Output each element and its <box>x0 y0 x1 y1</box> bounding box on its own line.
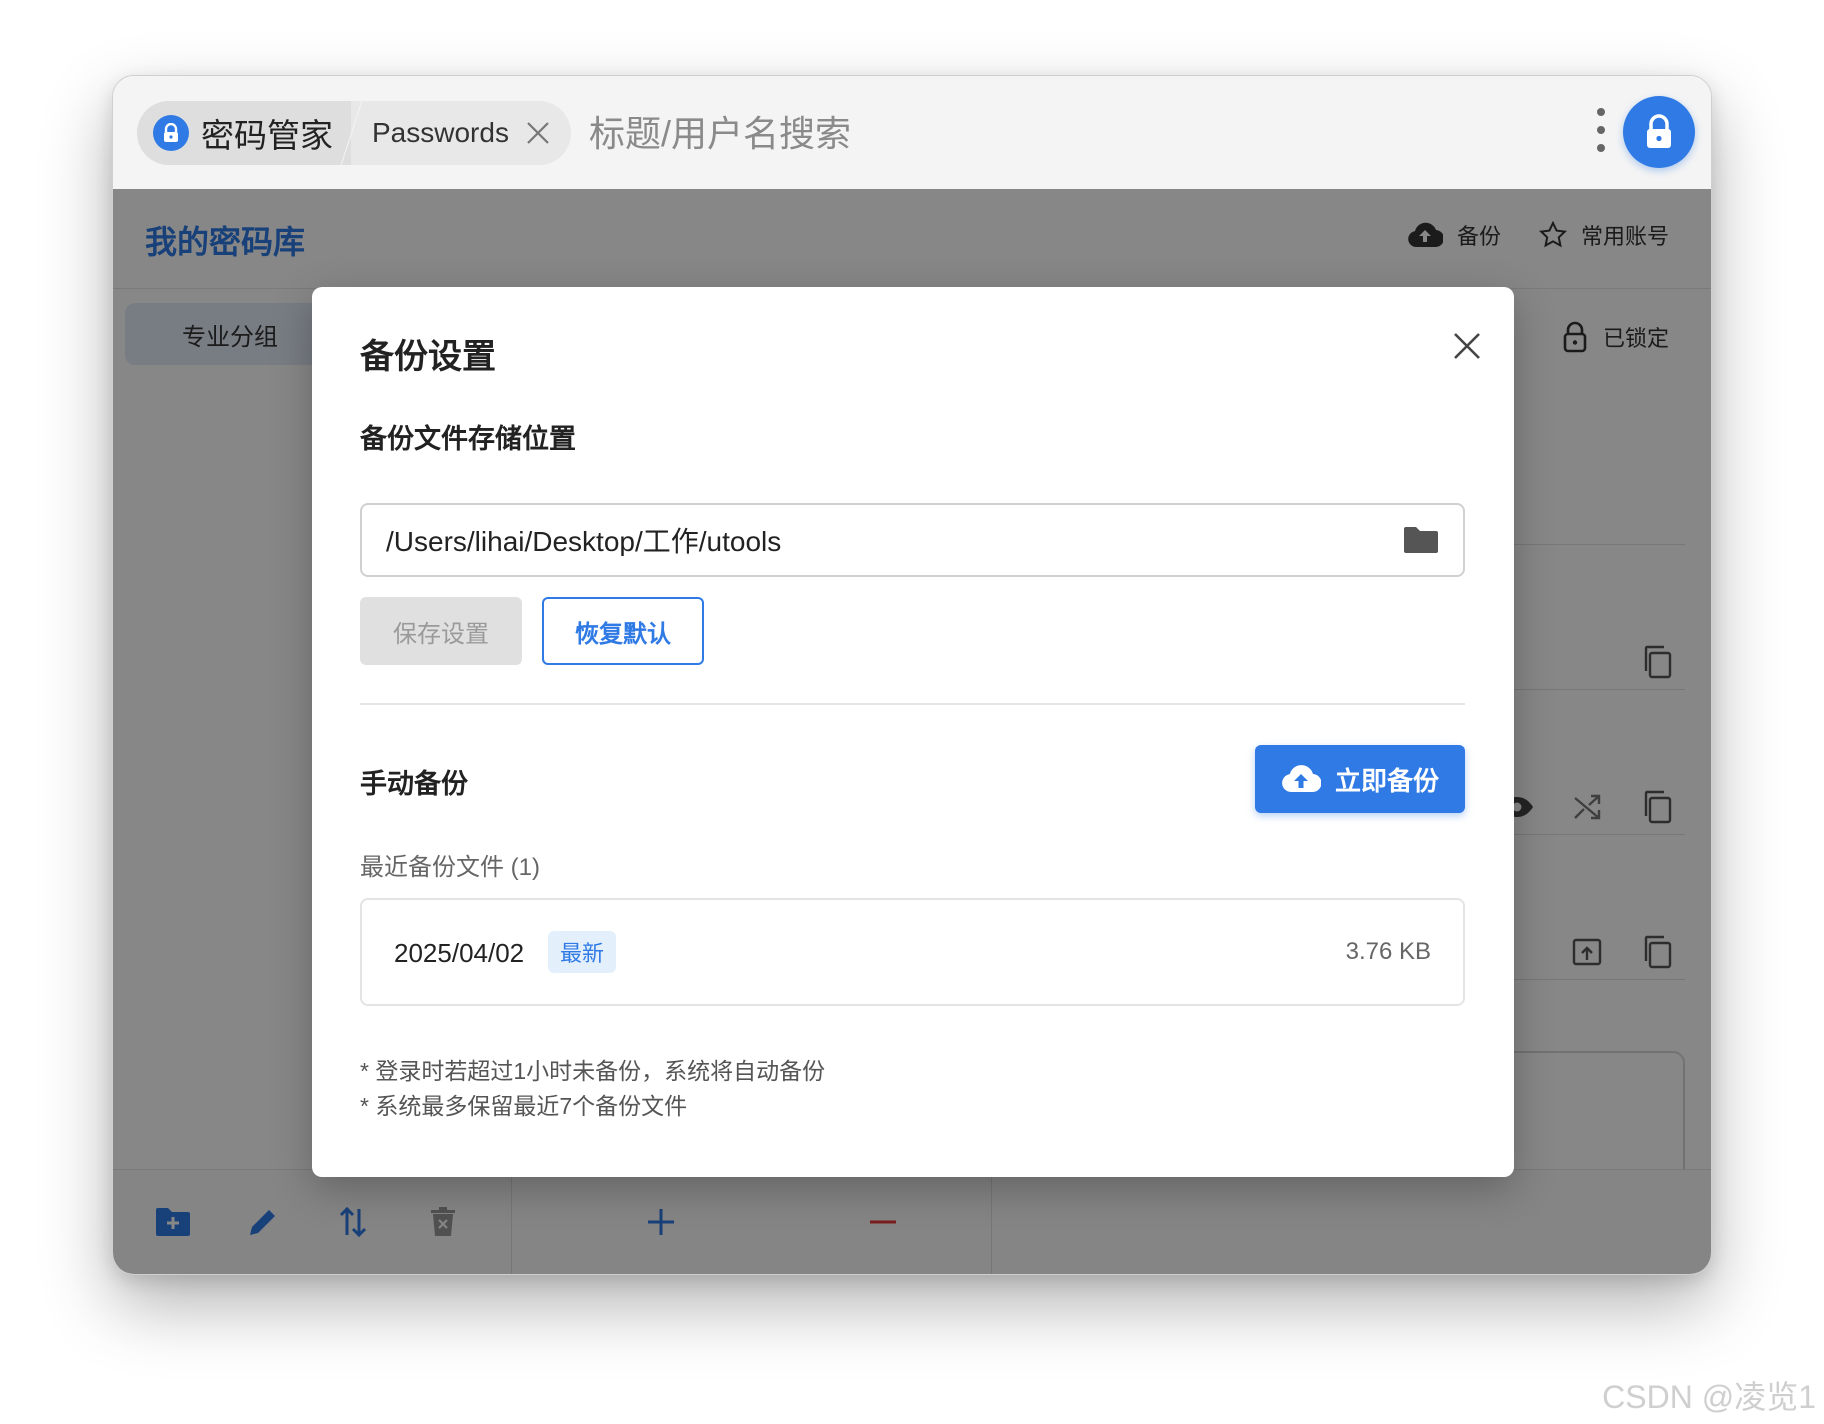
more-menu-icon[interactable] <box>1595 108 1607 152</box>
restore-default-button[interactable]: 恢复默认 <box>542 597 704 665</box>
watermark: CSDN @凌览1 <box>1602 1379 1816 1415</box>
cloud-upload-icon <box>1282 765 1321 793</box>
app-name: 密码管家 <box>201 117 333 154</box>
list-item[interactable]: 2025/04/02 最新 3.76 KB <box>360 898 1465 1006</box>
manual-backup-label: 手动备份 <box>360 769 468 799</box>
backup-date: 2025/04/02 <box>394 938 525 968</box>
sub-tab[interactable]: Passwords <box>352 101 571 165</box>
path-field[interactable] <box>360 503 1465 577</box>
path-input[interactable] <box>386 524 1403 556</box>
save-settings-button[interactable]: 保存设置 <box>360 597 522 665</box>
dialog-title: 备份设置 <box>360 338 496 376</box>
lock-icon <box>1647 114 1671 148</box>
app-tab[interactable]: 密码管家 <box>137 101 351 165</box>
folder-icon[interactable] <box>1403 525 1439 555</box>
backup-settings-dialog: 备份设置 备份文件存储位置 保存设置 恢复默认 手动备份 立即备份 最近备份文件… <box>312 287 1514 1177</box>
lock-button[interactable] <box>1623 96 1695 168</box>
file-size: 3.76 KB <box>1345 938 1431 965</box>
breadcrumb: 密码管家 Passwords <box>137 101 571 165</box>
latest-badge: 最新 <box>548 931 617 973</box>
note-auto-backup: * 登录时若超过1小时未备份，系统将自动备份 <box>360 1058 826 1084</box>
backup-now-label: 立即备份 <box>1334 765 1439 796</box>
recent-files-label: 最近备份文件 (1) <box>360 854 540 881</box>
storage-location-label: 备份文件存储位置 <box>360 424 576 454</box>
lock-icon <box>153 115 189 151</box>
section-divider <box>360 703 1465 705</box>
note-retention: * 系统最多保留最近7个备份文件 <box>360 1093 688 1119</box>
sub-tab-label: Passwords <box>372 117 509 148</box>
backup-now-button[interactable]: 立即备份 <box>1255 745 1465 813</box>
top-bar: 密码管家 Passwords <box>113 76 1711 189</box>
search-input[interactable] <box>589 106 1489 162</box>
close-icon[interactable] <box>1452 331 1482 361</box>
close-icon[interactable] <box>525 120 551 146</box>
